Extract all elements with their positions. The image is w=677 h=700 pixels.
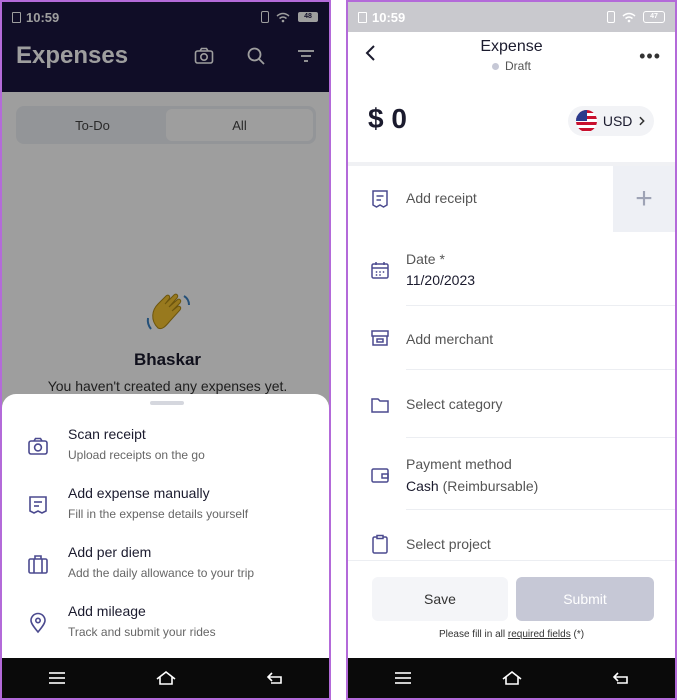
sheet-item-title: Scan receipt: [68, 426, 146, 442]
camera-icon: [28, 437, 48, 455]
wallet-icon: [371, 468, 389, 483]
save-button[interactable]: Save: [372, 577, 508, 621]
payment-method-value: Cash: [406, 478, 439, 494]
currency-selector[interactable]: USD: [568, 106, 654, 136]
note-suffix: (*): [573, 629, 585, 640]
wifi-icon: [622, 12, 636, 22]
sheet-item-title: Add per diem: [68, 544, 152, 560]
field-label: Add receipt: [406, 190, 477, 206]
sim-icon: [358, 11, 367, 23]
more-options-icon[interactable]: •••: [639, 46, 661, 67]
page-title: Expense: [480, 38, 543, 55]
store-icon: [371, 330, 389, 346]
status-badge: Draft: [348, 59, 675, 73]
field-label: Select project: [406, 536, 491, 552]
home-icon[interactable]: [500, 668, 524, 688]
vibrate-icon: [607, 11, 615, 23]
category-field[interactable]: Select category: [348, 370, 675, 438]
sheet-item-title: Add expense manually: [68, 485, 210, 501]
required-fields-note: Please fill in all required fields (*): [348, 629, 675, 640]
us-flag-icon: [576, 110, 597, 132]
amount-display[interactable]: $ 0: [368, 103, 407, 135]
calendar-icon: [371, 262, 389, 279]
project-field[interactable]: Select project: [348, 510, 675, 560]
expense-detail-screen: 10:59 47 Expense Draft ••• $ 0 USD Add r…: [346, 0, 677, 700]
status-label: Draft: [504, 59, 531, 73]
menu-icon[interactable]: [45, 668, 69, 688]
sheet-item-add-expense-manually[interactable]: Add expense manually Fill in the expense…: [2, 481, 329, 533]
plus-icon: +: [635, 182, 653, 215]
clipboard-icon: [372, 534, 388, 554]
status-time: 10:59: [372, 9, 406, 25]
system-nav-bar: [348, 658, 675, 698]
required-fields-link[interactable]: required fields: [508, 629, 571, 640]
field-label: Date *: [406, 251, 445, 267]
currency-code: USD: [602, 113, 633, 129]
merchant-field[interactable]: Add merchant: [348, 306, 675, 370]
back-icon[interactable]: [263, 668, 287, 688]
receipt-icon: [29, 496, 47, 514]
status-bar: 10:59 47: [348, 2, 675, 32]
expense-header: Expense Draft •••: [348, 32, 675, 80]
luggage-icon: [28, 555, 48, 574]
add-receipt-button[interactable]: +: [613, 166, 675, 232]
sheet-item-subtitle: Upload receipts on the go: [68, 448, 205, 462]
date-value: 11/20/2023: [406, 272, 476, 288]
field-label: Select category: [406, 396, 503, 412]
receipt-icon: [372, 190, 388, 208]
sheet-item-title: Add mileage: [68, 603, 146, 619]
menu-icon[interactable]: [391, 668, 415, 688]
sheet-item-add-mileage[interactable]: Add mileage Track and submit your rides: [2, 599, 329, 651]
payment-value: Cash (Reimbursable): [406, 478, 538, 494]
home-icon[interactable]: [154, 668, 178, 688]
sheet-item-scan-receipt[interactable]: Scan receipt Upload receipts on the go: [2, 422, 329, 474]
payment-method-field[interactable]: Payment method Cash (Reimbursable): [348, 438, 675, 510]
back-icon[interactable]: [609, 668, 633, 688]
add-expense-sheet: Scan receipt Upload receipts on the go A…: [2, 394, 329, 662]
submit-button[interactable]: Submit: [516, 577, 654, 621]
field-label: Payment method: [406, 456, 512, 472]
action-footer: Save Submit Please fill in all required …: [348, 560, 675, 663]
chevron-right-icon: [639, 116, 646, 126]
sheet-item-subtitle: Add the daily allowance to your trip: [68, 566, 255, 580]
folder-icon: [371, 398, 389, 413]
date-field[interactable]: Date * 11/20/2023: [348, 234, 675, 306]
sheet-item-subtitle: Track and submit your rides: [68, 625, 216, 639]
note-prefix: Please fill in all: [438, 629, 506, 640]
payment-method-note: (Reimbursable): [442, 478, 539, 494]
status-dot: [491, 63, 499, 71]
sheet-item-subtitle: Fill in the expense details yourself: [68, 507, 249, 521]
battery-icon: 47: [643, 11, 665, 23]
sheet-handle[interactable]: [150, 401, 184, 405]
field-label: Add merchant: [406, 331, 494, 347]
location-pin-icon: [30, 612, 46, 634]
sheet-item-add-per-diem[interactable]: Add per diem Add the daily allowance to …: [2, 540, 329, 592]
system-nav-bar: [2, 658, 329, 698]
expenses-list-screen: 10:59 48 Expenses To-Do All Bhaskar You …: [0, 0, 331, 700]
